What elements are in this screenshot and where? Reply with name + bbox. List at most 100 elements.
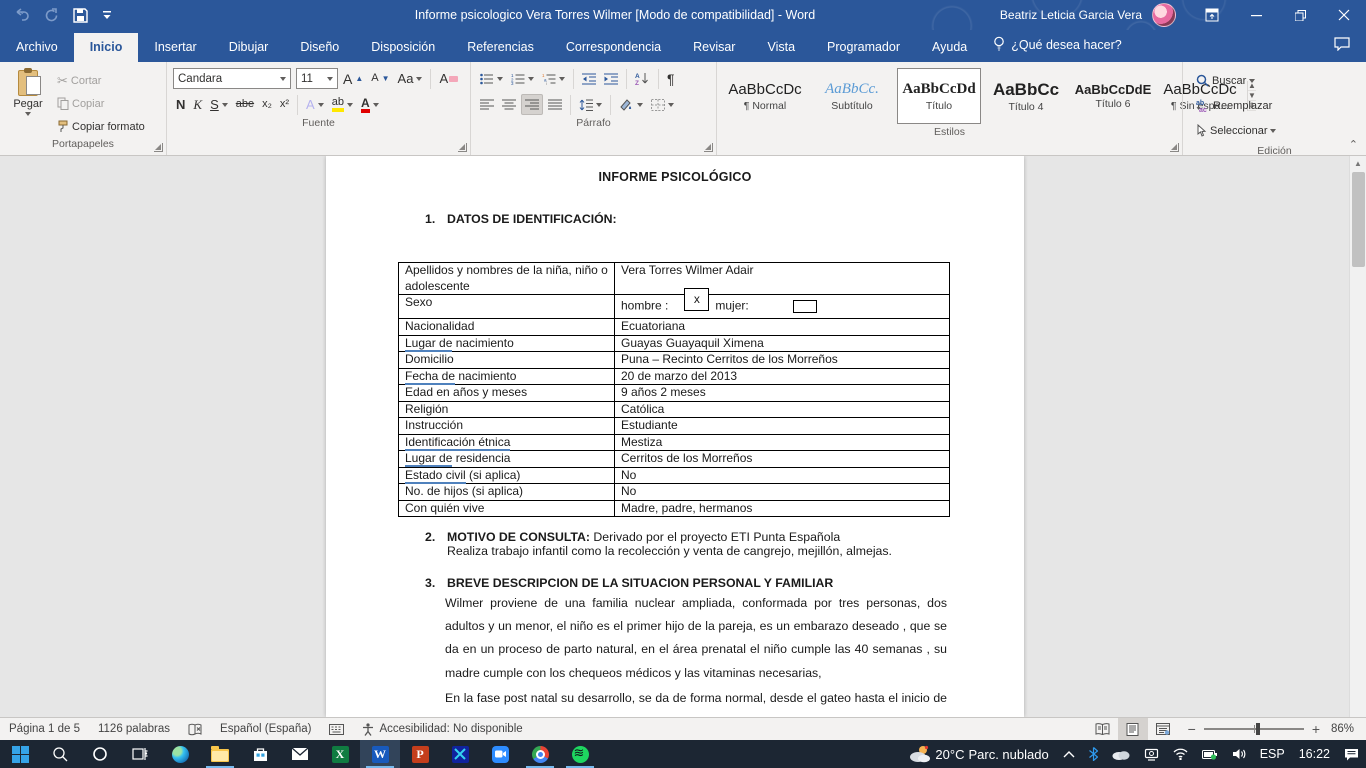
save-icon[interactable] [73,8,88,23]
style-h6[interactable]: AaBbCcDdETítulo 6 [1071,68,1155,124]
spotify-button[interactable] [560,740,600,768]
font-dialog-launcher[interactable] [458,143,467,152]
tab-vista[interactable]: Vista [751,33,811,62]
row-label[interactable]: Domicilio [399,352,615,369]
row-label[interactable]: Instrucción [399,418,615,435]
line-spacing-button[interactable] [576,94,605,115]
language-indicator[interactable]: Español (España) [211,723,320,735]
page-indicator[interactable]: Página 1 de 5 [0,723,89,735]
mujer-checkbox[interactable] [793,300,817,313]
weather-widget[interactable]: 20°C Parc. nublado [902,740,1055,768]
row-value[interactable]: Vera Torres Wilmer Adair [615,263,950,295]
grow-font-button[interactable]: A▲ [340,68,366,89]
clear-formatting-button[interactable]: A [436,68,461,89]
powerpoint-button[interactable]: P [400,740,440,768]
format-painter-button[interactable]: Copiar formato [54,116,148,137]
increase-indent-button[interactable] [601,68,621,89]
read-mode-button[interactable] [1088,718,1118,740]
word-button[interactable]: W [360,740,400,768]
wifi-icon[interactable] [1166,740,1195,768]
scrollbar-thumb[interactable] [1352,172,1365,267]
row-value[interactable]: Católica [615,401,950,418]
redo-icon[interactable] [44,8,59,23]
accessibility-status[interactable]: Accesibilidad: No disponible [353,723,531,736]
row-label[interactable]: Edad en años y meses [399,385,615,402]
row-label[interactable]: Lugar de nacimiento [399,335,615,352]
superscript-button[interactable]: x² [277,94,292,115]
tab-diseno[interactable]: Diseño [284,33,355,62]
excel-button[interactable]: X [320,740,360,768]
row-label[interactable]: Sexo [399,295,615,319]
subscript-button[interactable]: x₂ [259,94,275,115]
tab-ayuda[interactable]: Ayuda [916,33,983,62]
row-value[interactable]: Puna – Recinto Cerritos de los Morreños [615,352,950,369]
align-center-button[interactable] [499,94,519,115]
styles-dialog-launcher[interactable] [1170,143,1179,152]
document-page[interactable]: INFORME PSICOLÓGICO 1. DATOS DE IDENTIFI… [326,156,1024,717]
select-button[interactable]: Seleccionar [1193,120,1356,141]
undo-icon[interactable] [14,8,30,22]
action-center-button[interactable] [1337,740,1366,768]
borders-button[interactable] [648,94,677,115]
row-value[interactable]: Ecuatoriana [615,319,950,336]
italic-button[interactable]: K [190,94,205,115]
bold-button[interactable]: N [173,94,188,115]
numbering-button[interactable]: 123 [508,68,537,89]
language-switcher[interactable]: ESP [1253,740,1292,768]
cast-icon[interactable] [1137,740,1166,768]
paragraph-dialog-launcher[interactable] [704,143,713,152]
tab-archivo[interactable]: Archivo [0,33,74,62]
row-label[interactable]: Religión [399,401,615,418]
tab-correspondencia[interactable]: Correspondencia [550,33,677,62]
multilevel-list-button[interactable]: 1ai [539,68,568,89]
row-label[interactable]: Apellidos y nombres de la niña, niño o a… [399,263,615,295]
tell-me-box[interactable]: ¿Qué desea hacer? [983,36,1132,62]
keyboard-icon[interactable] [320,724,353,735]
task-view-button[interactable] [120,740,160,768]
zoom-level[interactable]: 86% [1330,723,1366,735]
font-family-select[interactable]: Candara [173,68,291,89]
tab-referencias[interactable]: Referencias [451,33,550,62]
strikethrough-button[interactable]: abe [233,94,257,115]
style-h4[interactable]: AaBbCcTítulo 4 [984,68,1068,124]
tab-inicio[interactable]: Inicio [74,33,139,62]
account-name[interactable]: Beatriz Leticia Garcia Vera [1000,8,1142,22]
row-value[interactable]: Mestiza [615,434,950,451]
row-label[interactable]: Con quién vive [399,500,615,517]
underline-button[interactable]: S [207,94,231,115]
change-case-button[interactable]: Aa [395,68,426,89]
clipboard-dialog-launcher[interactable] [154,143,163,152]
row-value[interactable]: 20 de marzo del 2013 [615,368,950,385]
tab-insertar[interactable]: Insertar [138,33,212,62]
row-value[interactable]: Madre, padre, hermanos [615,500,950,517]
replace-button[interactable]: abacReemplazar [1193,95,1356,116]
cortana-button[interactable] [80,740,120,768]
volume-icon[interactable] [1225,740,1253,768]
zoom-app-button[interactable] [480,740,520,768]
ribbon-display-options-button[interactable] [1190,0,1234,30]
row-label[interactable]: Fecha de nacimiento [399,368,615,385]
avatar[interactable] [1152,3,1176,27]
restore-button[interactable] [1278,0,1322,30]
style-title[interactable]: AaBbCcDdTítulo [897,68,981,124]
paste-button[interactable]: Pegar [2,66,54,116]
align-right-button[interactable] [521,94,543,115]
row-label[interactable]: Identificación étnica [399,434,615,451]
row-value[interactable]: No [615,484,950,501]
show-hidden-icons-button[interactable] [1056,740,1082,768]
chrome-button[interactable] [520,740,560,768]
tab-disposicion[interactable]: Disposición [355,33,451,62]
tab-revisar[interactable]: Revisar [677,33,751,62]
scroll-up-icon[interactable]: ▲ [1350,156,1366,171]
zoom-slider[interactable]: − + [1188,721,1320,737]
bullets-button[interactable] [477,68,506,89]
text-effects-button[interactable]: A [303,94,327,115]
start-button[interactable] [0,740,40,768]
proofing-errors-icon[interactable] [179,723,211,736]
close-button[interactable] [1322,0,1366,30]
row-label[interactable]: Lugar de residencia [399,451,615,468]
taskbar-search-button[interactable] [40,740,80,768]
hombre-checkbox[interactable]: x [684,288,709,311]
shrink-font-button[interactable]: A▼ [368,68,392,89]
zoom-in-icon[interactable]: + [1312,721,1320,737]
